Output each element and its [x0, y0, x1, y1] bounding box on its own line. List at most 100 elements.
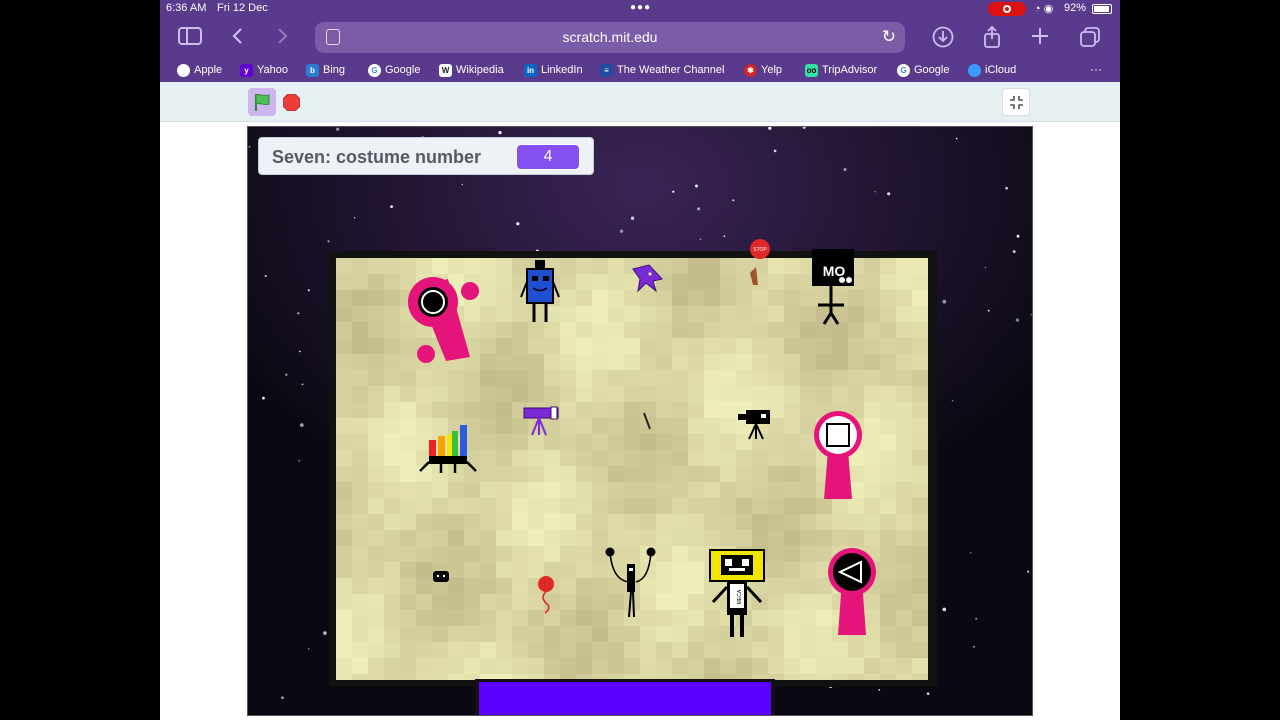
forward-icon[interactable] — [270, 26, 294, 50]
floor-tile — [384, 498, 400, 514]
floor-tile — [528, 354, 544, 370]
floor-tile — [816, 338, 832, 354]
bookmark-linkedin[interactable]: in LinkedIn — [524, 62, 583, 78]
bookmark-yahoo[interactable]: y Yahoo — [240, 62, 288, 78]
floor-tile — [816, 530, 832, 546]
floor-tile — [704, 658, 720, 674]
variable-monitor[interactable]: Seven: costume number 4 — [258, 137, 594, 175]
floor-tile — [752, 466, 768, 482]
floor-tile — [880, 274, 896, 290]
floor-tile — [672, 258, 688, 274]
floor-tile — [368, 434, 384, 450]
scratch-stage[interactable]: STOP MO MECA Seven: costume number 4 — [247, 126, 1033, 716]
floor-tile — [704, 370, 720, 386]
floor-tile — [560, 274, 576, 290]
floor-tile — [560, 514, 576, 530]
floor-tile — [640, 530, 656, 546]
floor-tile — [336, 482, 352, 498]
floor-tile — [512, 338, 528, 354]
bookmark-google[interactable]: G Google — [368, 62, 420, 78]
small-black-creature-sprite[interactable] — [433, 571, 449, 582]
bookmark-weather-channel[interactable]: ≡ The Weather Channel — [600, 62, 724, 78]
bookmark-tripadvisor[interactable]: oo TripAdvisor — [805, 62, 877, 78]
download-icon[interactable] — [931, 26, 955, 50]
star — [955, 137, 958, 140]
floor-tile — [656, 594, 672, 610]
new-tab-icon[interactable] — [1028, 26, 1052, 50]
exit-fullscreen-button[interactable] — [1002, 88, 1030, 116]
tabs-overview-icon[interactable] — [1078, 26, 1102, 50]
floor-tile — [608, 418, 624, 434]
floor-tile — [560, 306, 576, 322]
floor-tile — [400, 450, 416, 466]
bookmark-label: Wikipedia — [456, 64, 504, 76]
floor-tile — [672, 498, 688, 514]
floor-tile — [704, 498, 720, 514]
floor-tile — [608, 322, 624, 338]
bookmark-google-2[interactable]: G Google — [897, 62, 949, 78]
floor-tile — [368, 418, 384, 434]
floor-tile — [592, 514, 608, 530]
bookmark-label: Apple — [194, 64, 223, 76]
floor-tile — [688, 450, 704, 466]
address-bar[interactable]: scratch.mit.edu ↻ — [315, 22, 905, 53]
floor-tile — [704, 450, 720, 466]
floor-tile — [864, 370, 880, 386]
star — [975, 617, 978, 620]
back-icon[interactable] — [226, 26, 250, 50]
floor-tile — [848, 354, 864, 370]
floor-tile — [688, 466, 704, 482]
bookmark-wikipedia[interactable]: W Wikipedia — [439, 62, 504, 78]
floor-tile — [384, 642, 400, 658]
floor-tile — [400, 258, 416, 274]
floor-tile — [560, 418, 576, 434]
multitasking-dots-icon[interactable]: ●●● — [630, 2, 651, 13]
reload-icon[interactable]: ↻ — [882, 27, 896, 47]
floor-tile — [880, 450, 896, 466]
bookmark-apple[interactable]: Apple — [177, 62, 222, 78]
floor-tile — [848, 386, 864, 402]
floor-tile — [688, 370, 704, 386]
floor-tile — [704, 530, 720, 546]
floor-tile — [912, 674, 928, 680]
floor-tile — [384, 546, 400, 562]
floor-tile — [416, 626, 432, 642]
bookmark-icloud[interactable]: iCloud — [968, 62, 1016, 78]
floor-tile — [768, 306, 784, 322]
floor-tile — [720, 642, 736, 658]
floor-tile — [784, 418, 800, 434]
star — [301, 383, 304, 386]
floor-tile — [656, 306, 672, 322]
star — [984, 266, 987, 269]
floor-tile — [352, 610, 368, 626]
floor-tile — [368, 386, 384, 402]
floor-tile — [848, 338, 864, 354]
floor-tile — [400, 322, 416, 338]
floor-tile — [352, 354, 368, 370]
star — [697, 207, 701, 211]
floor-tile — [480, 274, 496, 290]
meca-text: MECA — [737, 589, 743, 604]
floor-tile — [352, 530, 368, 546]
floor-tile — [752, 386, 768, 402]
floor-tile — [912, 418, 928, 434]
floor-tile — [800, 562, 816, 578]
screen-recording-icon[interactable] — [988, 2, 1026, 16]
floor-tile — [912, 562, 928, 578]
floor-tile — [512, 626, 528, 642]
sidebar-toggle-icon[interactable] — [178, 26, 202, 50]
bookmark-bing[interactable]: b Bing — [306, 62, 345, 78]
floor-tile — [672, 370, 688, 386]
green-flag-button[interactable] — [248, 88, 276, 116]
star — [323, 631, 327, 635]
more-bookmarks-icon[interactable]: ··· — [1090, 62, 1102, 76]
floor-tile — [592, 530, 608, 546]
stop-button[interactable] — [282, 93, 301, 112]
floor-tile — [784, 578, 800, 594]
floor-tile — [816, 354, 832, 370]
bookmark-yelp[interactable]: ✱ Yelp — [744, 62, 782, 78]
floor-tile — [400, 466, 416, 482]
floor-tile — [768, 354, 784, 370]
share-icon[interactable] — [980, 25, 1004, 50]
floor-tile — [368, 610, 384, 626]
